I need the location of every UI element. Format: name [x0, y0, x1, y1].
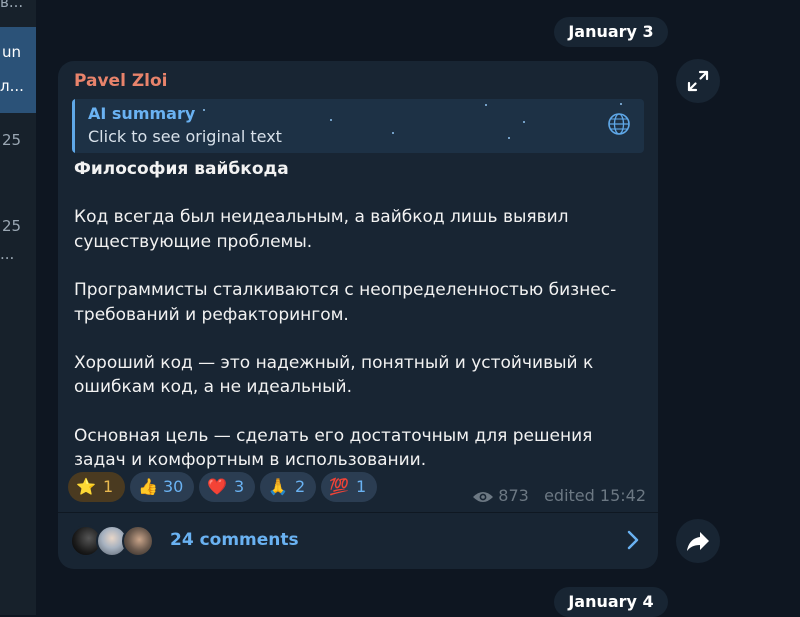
hundred-icon: 💯 [329, 477, 349, 496]
reaction-count: 2 [295, 477, 306, 496]
avatar [122, 525, 154, 557]
thumbs-up-icon: 👍 [138, 477, 158, 496]
sparkle-dot [330, 119, 332, 121]
sparkle-dot [523, 121, 525, 123]
message-paragraph: Хороший код — это надежный, понятный и у… [74, 353, 594, 398]
comments-link[interactable]: 24 comments [170, 530, 299, 550]
ai-sparkle-globe-icon [608, 113, 630, 135]
message-title: Философия вайбкода [74, 159, 289, 179]
ai-summary-subtitle: Click to see original text [88, 127, 282, 146]
reaction-count: 3 [234, 477, 245, 496]
chat-list-strip: в... un л... 25 25 ... [0, 0, 36, 615]
sparkle-dot [485, 104, 487, 106]
chat-list-item-preview[interactable]: в... [0, 0, 23, 11]
reaction-count: 1 [103, 477, 114, 496]
chat-list-item-time[interactable]: 25 [2, 131, 21, 149]
chat-list-item-title: un [2, 43, 22, 61]
message-meta: 873 edited 15:42 [472, 486, 646, 505]
share-arrow-icon [687, 532, 709, 551]
message-bubble[interactable]: Pavel Zloi AI summary Click to see origi… [58, 61, 658, 569]
sparkle-dot [203, 109, 205, 111]
summary-accent-bar [72, 99, 75, 153]
message-paragraph: Программисты сталкиваются с неопределенн… [74, 280, 617, 325]
ai-summary-toggle[interactable]: AI summary Click to see original text [72, 99, 644, 153]
message-paragraph: Основная цель — сделать его достаточным … [74, 425, 593, 471]
message-paragraph: Код всегда был неидеальным, а вайбкод ли… [74, 207, 569, 252]
reaction-count: 1 [356, 477, 367, 496]
ai-summary-title: AI summary [88, 104, 196, 123]
share-button[interactable] [676, 519, 720, 563]
reaction-thumbs-up[interactable]: 👍 30 [130, 472, 194, 502]
date-separator: January 4 [554, 587, 668, 617]
reaction-hundred[interactable]: 💯 1 [321, 472, 377, 502]
chat-list-item-preview[interactable]: ... [0, 245, 14, 263]
reaction-star[interactable]: ⭐ 1 [68, 472, 125, 502]
message-text: Философия вайбкода Код всегда был неидеа… [74, 157, 646, 473]
commenter-avatars [70, 525, 160, 557]
star-icon: ⭐ [76, 477, 96, 496]
pray-icon: 🙏 [268, 477, 288, 496]
reaction-pray[interactable]: 🙏 2 [260, 472, 316, 502]
expand-button[interactable] [676, 59, 720, 103]
chat-list-item-preview: л... [0, 77, 24, 95]
sparkle-dot [508, 137, 510, 139]
expand-icon [687, 70, 709, 92]
sparkle-dot [620, 103, 622, 105]
sender-name[interactable]: Pavel Zloi [74, 71, 168, 91]
reaction-heart[interactable]: ❤️ 3 [199, 472, 255, 502]
eye-icon [473, 491, 494, 502]
heart-icon: ❤️ [207, 477, 227, 496]
chat-list-item-selected[interactable]: un л... [0, 27, 36, 113]
edited-time: edited 15:42 [544, 486, 646, 505]
date-separator: January 3 [554, 17, 668, 47]
chevron-right-icon[interactable] [626, 530, 640, 550]
view-count: 873 [498, 486, 529, 505]
chat-list-item-time[interactable]: 25 [2, 217, 21, 235]
sparkle-dot [392, 132, 394, 134]
divider [58, 512, 658, 513]
reaction-count: 30 [163, 477, 184, 496]
